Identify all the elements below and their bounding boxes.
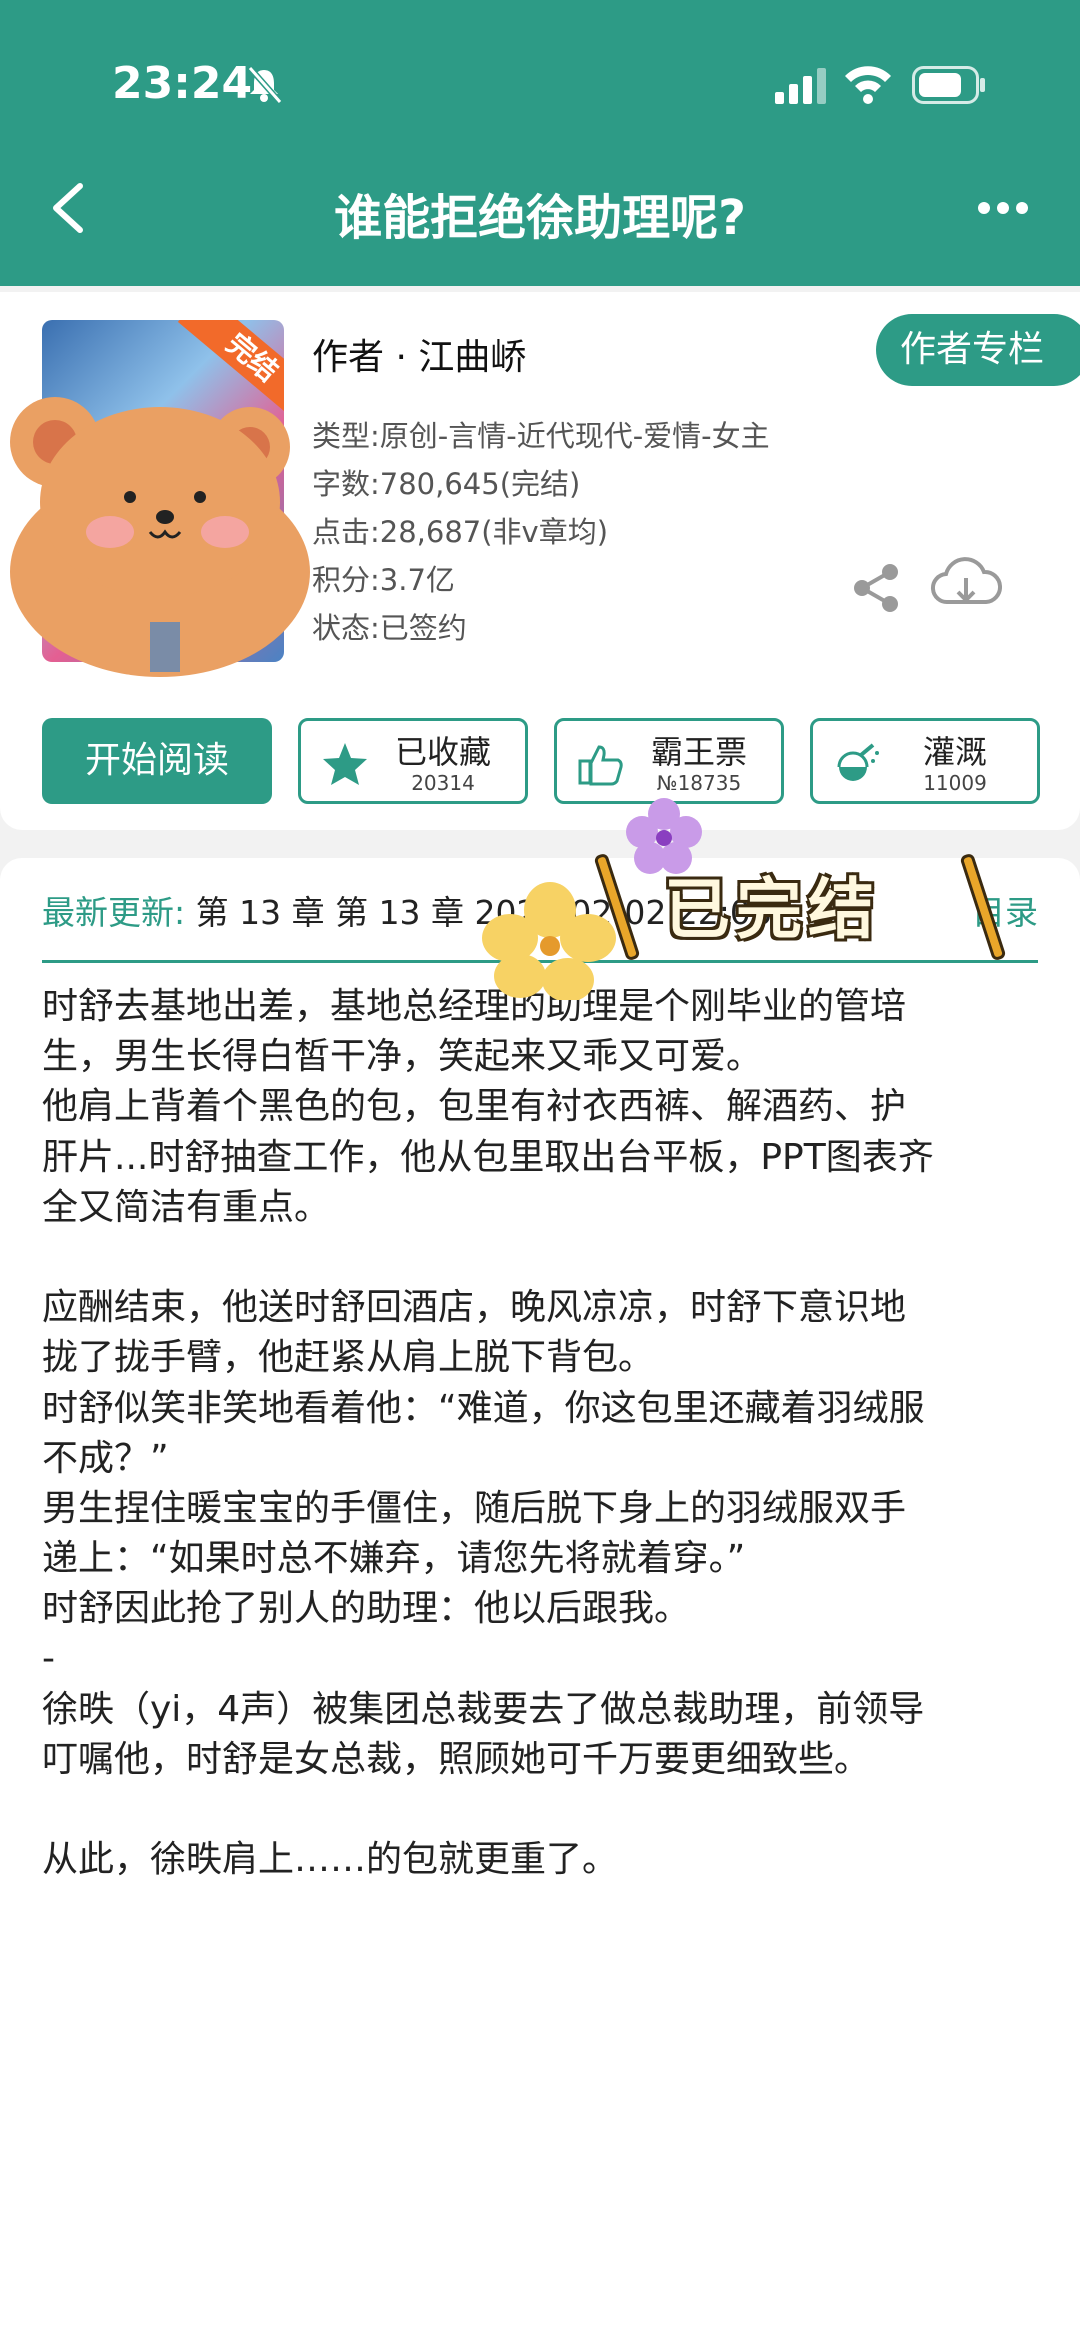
- water-count: 11009: [923, 771, 987, 795]
- start-reading-button[interactable]: 开始阅读: [42, 718, 272, 804]
- back-arrow-icon[interactable]: [46, 180, 90, 236]
- collect-label: 已收藏: [394, 733, 491, 771]
- synopsis-line: [42, 1785, 1042, 1835]
- meta-clicks: 点击:28,687(非v章均): [312, 515, 609, 549]
- ticket-label: 霸王票: [650, 733, 747, 771]
- author-name[interactable]: 作者 · 江曲峤: [312, 328, 526, 380]
- book-info-card: 完结 作者 · 江曲峤 作者专栏 类型:原创-言情-近代现代-爱情-女主 字数:…: [0, 292, 1080, 830]
- thumbs-up-icon: [578, 745, 623, 786]
- latest-update-label: 最新更新:: [42, 893, 186, 932]
- more-options-icon[interactable]: [976, 196, 1030, 220]
- star-icon: [323, 743, 367, 785]
- status-time: 23:24: [112, 58, 253, 109]
- action-row: 开始阅读 已收藏 20314 霸王票 №18735 灌溉 11009: [42, 718, 1042, 804]
- water-button[interactable]: 灌溉 11009: [810, 718, 1040, 804]
- synopsis-line: 徐昳（yi，4声）被集团总裁要去了做总裁助理，前领导: [42, 1688, 925, 1730]
- share-icon[interactable]: [848, 560, 904, 616]
- bear-sticker-icon: [10, 397, 310, 677]
- synopsis-line: 叮嘱他，时舒是女总裁，照顾她可千万要更细致些。: [42, 1738, 871, 1780]
- synopsis-line: [42, 1233, 1042, 1283]
- meta-score: 积分:3.7亿: [312, 563, 455, 597]
- water-label: 灌溉: [922, 733, 987, 771]
- author-column-button[interactable]: 作者专栏: [876, 314, 1080, 386]
- synopsis-line: 不成？”: [42, 1437, 169, 1479]
- book-meta-list: 类型:原创-言情-近代现代-爱情-女主 字数:780,645(完结) 点击:28…: [312, 412, 770, 652]
- synopsis-line: 时舒似笑非笑地看着他：“难道，你这包里还藏着羽绒服: [42, 1387, 925, 1429]
- app-header: 23:24 谁能拒绝徐助理呢?: [0, 0, 1080, 286]
- meta-genre: 类型:原创-言情-近代现代-爱情-女主: [312, 419, 770, 453]
- synopsis-line: 从此，徐昳肩上……的包就更重了。: [42, 1839, 619, 1881]
- battery-icon: [912, 66, 985, 104]
- wifi-icon: [845, 66, 891, 104]
- finished-sticker-text: 已完结: [664, 871, 880, 948]
- synopsis-line: 拢了拢手臂，他赶紧从肩上脱下背包。: [42, 1337, 655, 1379]
- synopsis-line: 肝片...时舒抽查工作，他从包里取出台平板，PPT图表齐: [42, 1136, 934, 1178]
- watering-flask-icon: [837, 743, 879, 781]
- synopsis: 时舒去基地出差，基地总经理的助理是个刚毕业的管培 生，男生长得白皙干净，笑起来又…: [42, 982, 1042, 1885]
- synopsis-line: -: [42, 1638, 55, 1680]
- content-card: 最新更新: 第 13 章 第 13 章 2026-02-02 22:06 目录 …: [0, 858, 1080, 2346]
- bell-muted-icon: [247, 66, 283, 104]
- synopsis-line: 男生捏住暖宝宝的手僵住，随后脱下身上的羽绒服双手: [42, 1487, 907, 1529]
- signal-icon: [775, 68, 826, 104]
- meta-word-count: 字数:780,645(完结): [312, 467, 581, 501]
- synopsis-line: 递上：“如果时总不嫌弃，请您先将就着穿。”: [42, 1538, 746, 1580]
- meta-status: 状态:已签约: [312, 611, 467, 645]
- synopsis-line: 应酬结束，他送时舒回酒店，晚风凉凉，时舒下意识地: [42, 1287, 907, 1329]
- page-title: 谁能拒绝徐助理呢?: [334, 190, 746, 246]
- ticket-button[interactable]: 霸王票 №18735: [554, 718, 784, 804]
- synopsis-line: 全又简洁有重点。: [42, 1186, 331, 1228]
- synopsis-line: 生，男生长得白皙干净，笑起来又乖又可爱。: [42, 1036, 763, 1078]
- ticket-rank: №18735: [656, 771, 742, 795]
- collect-count: 20314: [411, 771, 475, 795]
- cloud-download-icon[interactable]: [930, 554, 1002, 618]
- synopsis-line: 时舒因此抢了别人的助理：他以后跟我。: [42, 1588, 691, 1630]
- collect-button[interactable]: 已收藏 20314: [298, 718, 528, 804]
- synopsis-line: 他肩上背着个黑色的包，包里有衬衣西裤、解酒药、护: [42, 1086, 907, 1128]
- yellow-flower-icon: [482, 882, 616, 1000]
